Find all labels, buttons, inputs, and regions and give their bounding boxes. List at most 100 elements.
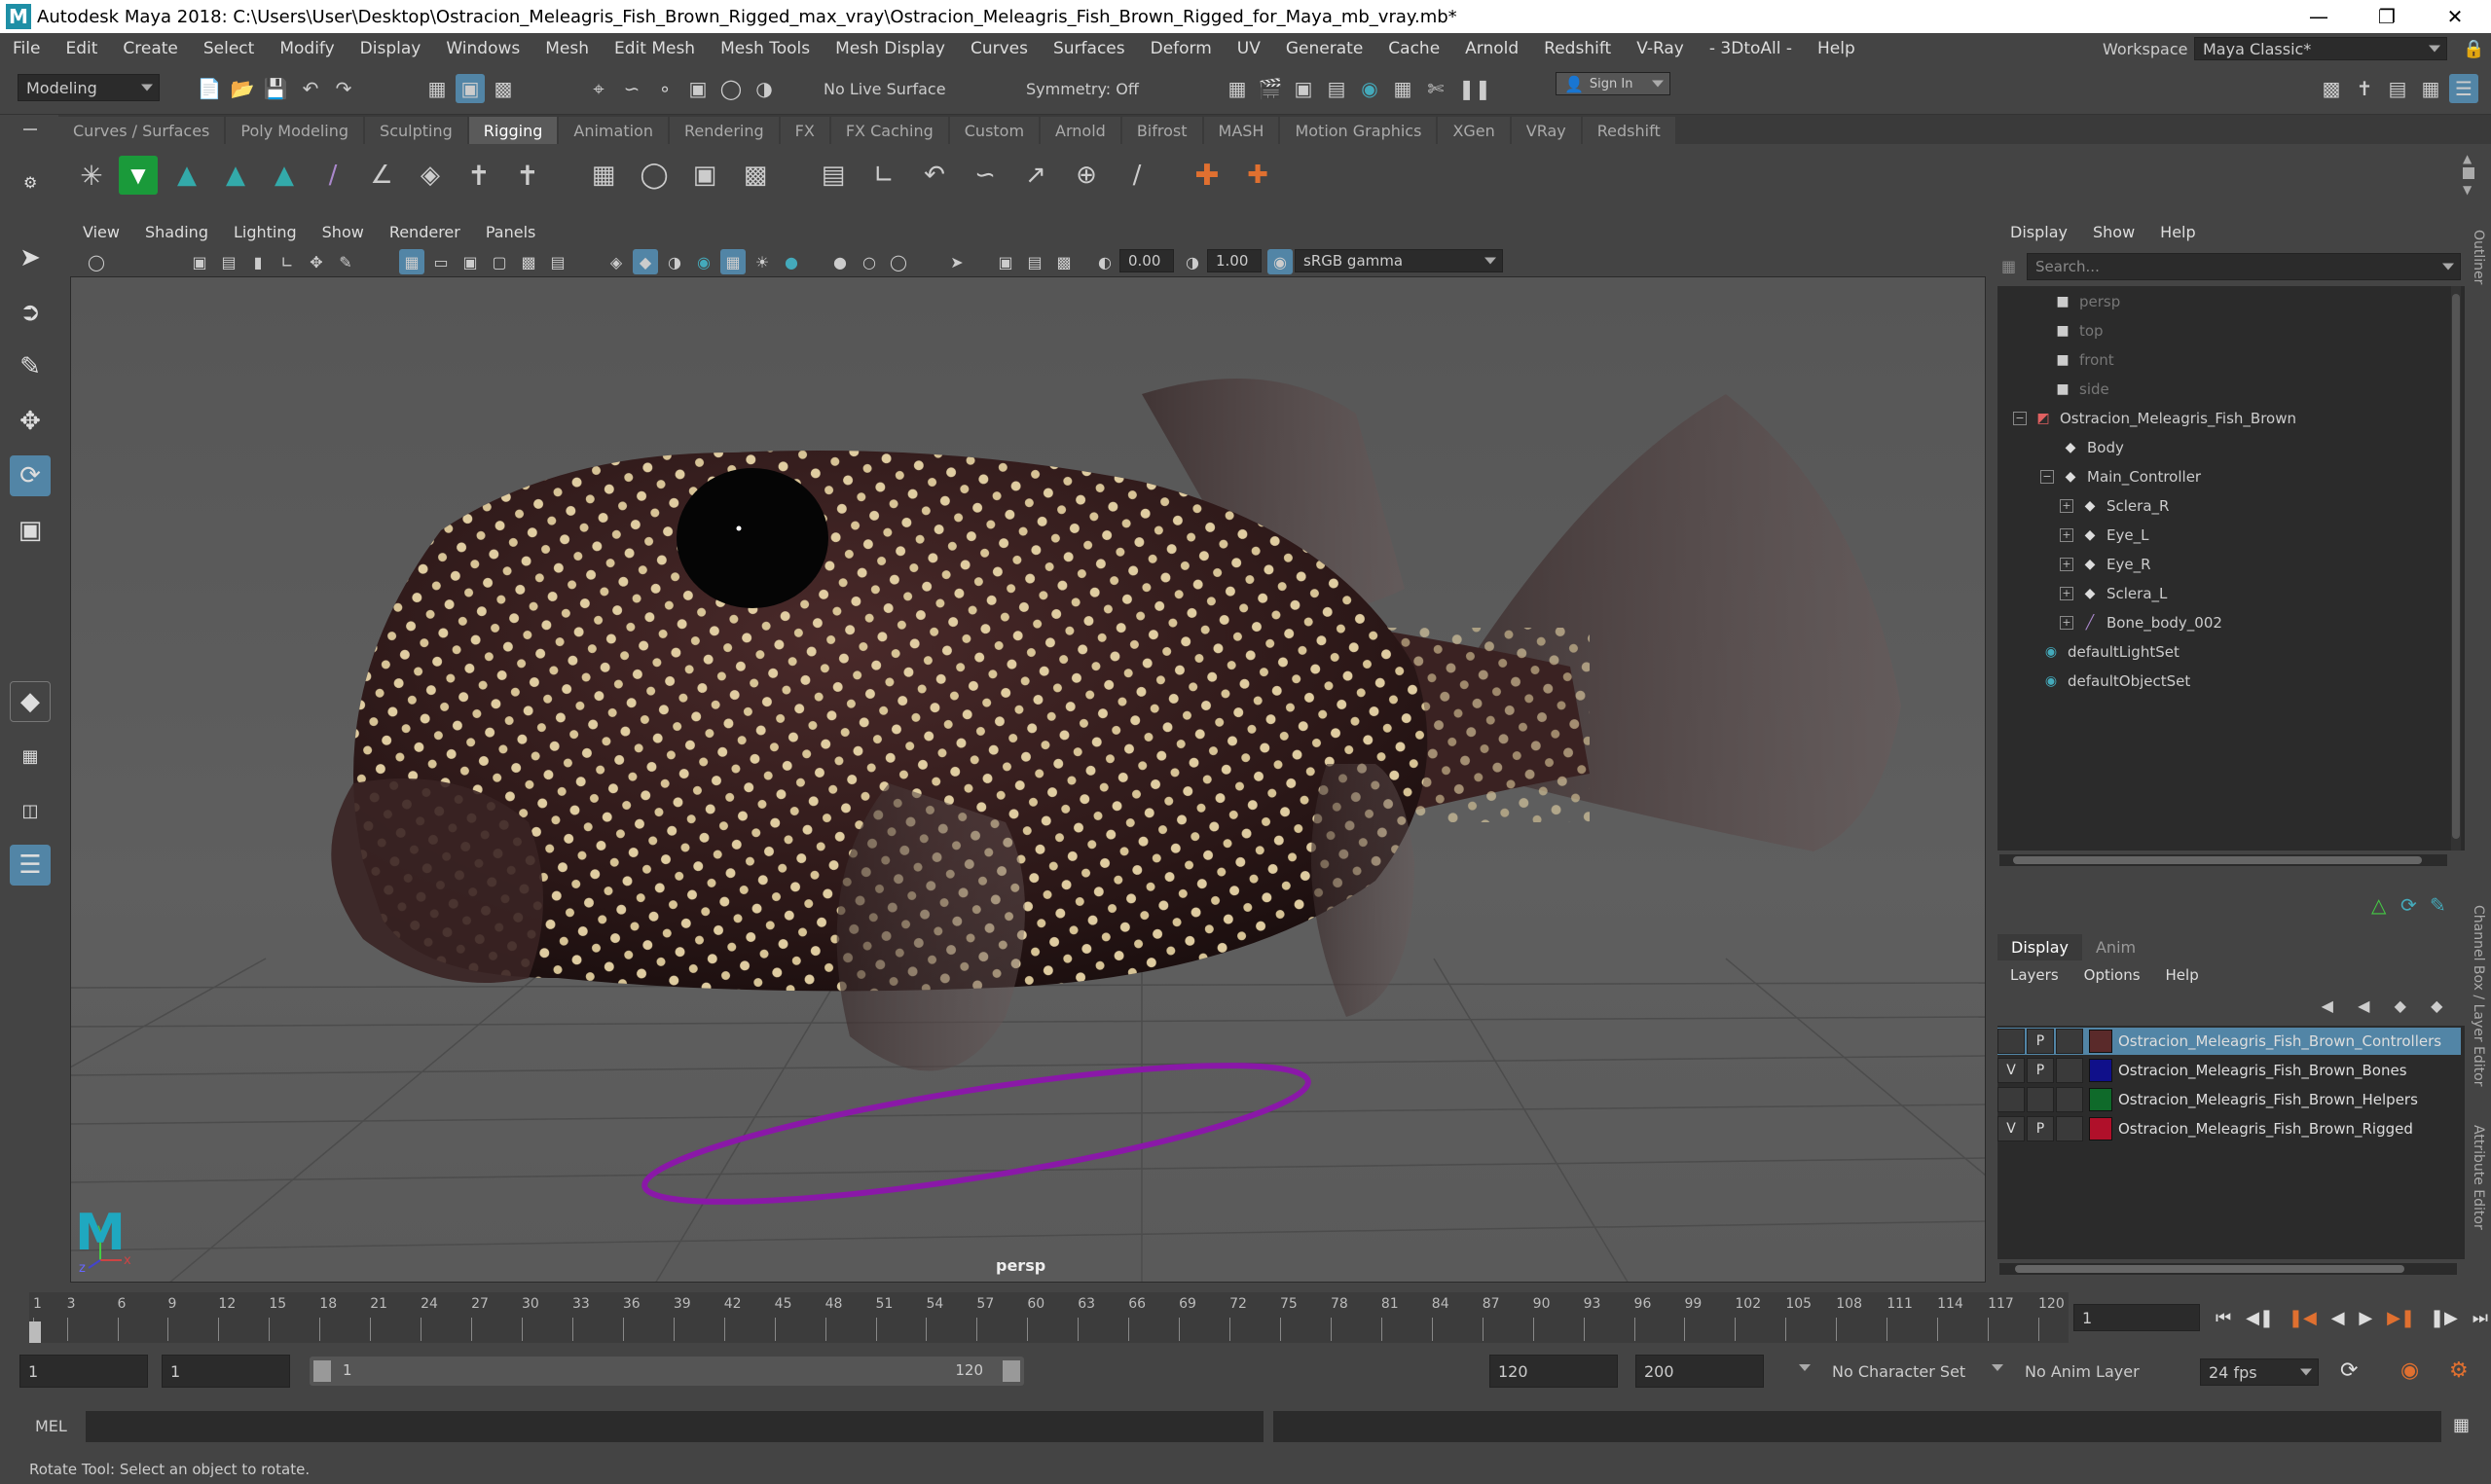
open-scene-icon[interactable]: 📂 bbox=[228, 74, 257, 103]
symmetry-dropdown[interactable]: Symmetry: Off bbox=[1018, 76, 1164, 101]
resolution-gate-icon[interactable]: ▣ bbox=[458, 249, 483, 274]
layer-menu-layers[interactable]: Layers bbox=[1997, 966, 2071, 984]
lock-icon[interactable]: 🔒 bbox=[2463, 39, 2484, 59]
pole-vector-icon[interactable]: ⊕ bbox=[1067, 156, 1106, 195]
shelf-tab-fx-caching[interactable]: FX Caching bbox=[830, 117, 948, 144]
outliner-item-main-controller[interactable]: ◆ Main_Controller bbox=[2060, 463, 2201, 490]
gate-mask-icon[interactable]: ✥ bbox=[304, 249, 329, 274]
textured-icon[interactable]: ◉ bbox=[691, 249, 716, 274]
locator-icon[interactable]: ✚ bbox=[1188, 156, 1227, 195]
menu-3dtoall[interactable]: - 3DtoAll - bbox=[1697, 39, 1805, 58]
scrollbar-thumb[interactable] bbox=[2015, 1265, 2404, 1273]
range-start-handle[interactable] bbox=[313, 1360, 331, 1382]
snap-surface-icon[interactable]: ◯ bbox=[716, 74, 746, 103]
skeleton-icon[interactable]: ✝ bbox=[508, 156, 547, 195]
hypershade-icon[interactable]: ◉ bbox=[1355, 74, 1384, 103]
scrollbar-thumb[interactable] bbox=[2452, 294, 2460, 839]
go-to-end-icon[interactable]: ⏭ bbox=[2473, 1308, 2488, 1328]
animation-end-field[interactable]: 200 bbox=[1635, 1355, 1764, 1388]
chevron-down-icon[interactable] bbox=[1799, 1364, 1811, 1371]
expand-icon[interactable]: + bbox=[2060, 587, 2073, 600]
menu-deform[interactable]: Deform bbox=[1138, 39, 1225, 58]
viewport-menu-show[interactable]: Show bbox=[310, 223, 377, 241]
move-layer-up-icon[interactable]: ◀ bbox=[2322, 996, 2333, 1020]
chevron-down-icon[interactable] bbox=[1992, 1364, 2003, 1371]
shelf-tab-sculpting[interactable]: Sculpting bbox=[365, 117, 467, 144]
range-end-handle[interactable] bbox=[1003, 1360, 1020, 1382]
snap-grid-icon[interactable]: ⌖ bbox=[584, 74, 613, 103]
animation-preferences-icon[interactable]: ⚙ bbox=[2449, 1358, 2469, 1383]
redshift-render-icon[interactable]: ✄ bbox=[1421, 74, 1450, 103]
viewport-menu-lighting[interactable]: Lighting bbox=[221, 223, 310, 241]
shaded-wireframe-icon[interactable]: ◑ bbox=[662, 249, 687, 274]
expand-icon[interactable]: + bbox=[2060, 616, 2073, 630]
new-scene-icon[interactable]: 📄 bbox=[195, 74, 224, 103]
step-back-frame-icon[interactable]: ❚◀ bbox=[2289, 1308, 2317, 1328]
undo-icon[interactable]: ↶ bbox=[296, 74, 325, 103]
menu-edit-mesh[interactable]: Edit Mesh bbox=[602, 39, 708, 58]
layer-tab-anim[interactable]: Anim bbox=[2082, 934, 2149, 960]
color-space-dropdown[interactable]: sRGB gamma bbox=[1295, 249, 1503, 272]
shelf-tab-xgen[interactable]: XGen bbox=[1438, 117, 1510, 144]
channel-box-side-tab[interactable]: Channel Box / Layer Editor bbox=[2471, 905, 2486, 1086]
menu-create[interactable]: Create bbox=[110, 39, 191, 58]
perspective-viewport[interactable]: y x z M persp bbox=[70, 276, 1986, 1283]
menu-v-ray[interactable]: V-Ray bbox=[1624, 39, 1697, 58]
safe-action-icon[interactable]: ▤ bbox=[545, 249, 570, 274]
modeling-toolkit-icon[interactable]: ▩ bbox=[2317, 74, 2346, 103]
shelf-tab-rigging[interactable]: Rigging bbox=[468, 117, 558, 144]
layers-horizontal-scrollbar[interactable] bbox=[1999, 1263, 2457, 1275]
move-tool-icon[interactable]: ✥ bbox=[10, 401, 51, 442]
collapse-icon[interactable]: − bbox=[2040, 470, 2054, 484]
layer-reference-toggle[interactable] bbox=[2056, 1029, 2083, 1054]
script-editor-icon[interactable]: ▦ bbox=[2453, 1415, 2470, 1435]
outliner-menu-show[interactable]: Show bbox=[2080, 223, 2147, 241]
ambient-occlusion-icon[interactable]: ● bbox=[779, 249, 804, 274]
menu-curves[interactable]: Curves bbox=[958, 39, 1041, 58]
layer-color-swatch[interactable] bbox=[2089, 1117, 2112, 1140]
menu-help[interactable]: Help bbox=[1805, 39, 1868, 58]
layer-row[interactable]: V P Ostracion_Meleagris_Fish_Brown_Rigged bbox=[1997, 1115, 2461, 1142]
shadows-icon[interactable]: ☀ bbox=[750, 249, 775, 274]
sign-in-dropdown[interactable]: 👤 Sign In bbox=[1556, 72, 1670, 95]
loop-icon[interactable]: ⟳ bbox=[2340, 1358, 2358, 1383]
exposure-field[interactable]: 0.00 bbox=[1119, 249, 1174, 272]
collapse-icon[interactable]: − bbox=[2013, 412, 2027, 425]
shelf-tab-rendering[interactable]: Rendering bbox=[669, 117, 779, 144]
refresh-icon[interactable]: ⟳ bbox=[2400, 893, 2417, 917]
shelf-tab-mash[interactable]: MASH bbox=[1203, 117, 1279, 144]
channel-box-icon[interactable]: △ bbox=[2371, 893, 2386, 917]
menu-surfaces[interactable]: Surfaces bbox=[1041, 39, 1138, 58]
parent-constraint-icon[interactable]: ▤ bbox=[814, 156, 853, 195]
layer-color-swatch[interactable] bbox=[2089, 1059, 2112, 1082]
menu-redshift[interactable]: Redshift bbox=[1531, 39, 1624, 58]
four-view-layout-icon[interactable]: ▦ bbox=[10, 736, 51, 777]
outliner-item-defaultobjectset[interactable]: ◉ defaultObjectSet bbox=[2040, 668, 2190, 695]
layer-row[interactable]: Ostracion_Meleagris_Fish_Brown_Helpers bbox=[1997, 1086, 2461, 1113]
anti-aliasing-icon[interactable]: ○ bbox=[857, 249, 882, 274]
xray-components-icon[interactable]: ▩ bbox=[1051, 249, 1077, 274]
fps-dropdown[interactable]: 24 fps bbox=[2200, 1358, 2319, 1386]
scale-tool-icon[interactable]: ▣ bbox=[10, 510, 51, 551]
film-gate-icon[interactable]: ▭ bbox=[428, 249, 454, 274]
viewport-menu-view[interactable]: View bbox=[70, 223, 132, 241]
grid-toggle-icon[interactable]: ▦ bbox=[399, 249, 424, 274]
outliner-layout-icon[interactable]: ☰ bbox=[10, 845, 51, 886]
outliner-item-front[interactable]: ■ front bbox=[2052, 346, 2113, 374]
menu-windows[interactable]: Windows bbox=[433, 39, 532, 58]
layer-reference-toggle[interactable] bbox=[2056, 1116, 2083, 1141]
playback-start-field[interactable]: 1 bbox=[162, 1355, 290, 1388]
select-object-icon[interactable]: ▣ bbox=[456, 74, 485, 103]
range-slider[interactable]: 1 120 bbox=[310, 1357, 1024, 1386]
layer-visibility-toggle[interactable] bbox=[1997, 1087, 2025, 1112]
menu-modify[interactable]: Modify bbox=[267, 39, 347, 58]
bookmark-icon[interactable]: ▮ bbox=[245, 249, 271, 274]
locator-pair-icon[interactable]: ✚ bbox=[1238, 156, 1277, 195]
outliner-menu-display[interactable]: Display bbox=[1997, 223, 2080, 241]
step-forward-key-icon[interactable]: ❚▶ bbox=[2430, 1308, 2458, 1328]
gamma-field[interactable]: 1.00 bbox=[1207, 249, 1262, 272]
rotate-tool-icon[interactable]: ⟳ bbox=[10, 455, 51, 496]
point-constraint-icon[interactable]: ∟ bbox=[864, 156, 903, 195]
viewport-menu-panels[interactable]: Panels bbox=[473, 223, 549, 241]
menu-icon[interactable] bbox=[23, 128, 37, 130]
